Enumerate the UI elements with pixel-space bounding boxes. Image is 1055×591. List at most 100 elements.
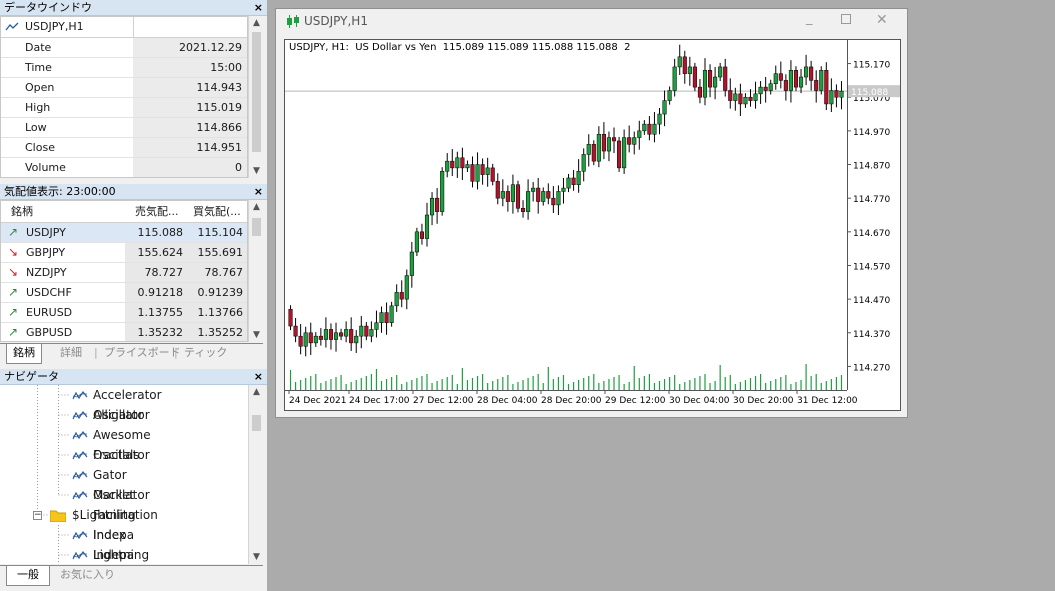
candle-body [344,329,349,337]
arrow-up-icon: ↗ [8,225,19,239]
candle-body [328,329,334,340]
candle-body [733,93,738,101]
quote-bid: 78.727 [144,266,184,279]
navigator-item-label: Fractals [93,448,140,462]
candle-body [606,137,612,152]
tab-symbols[interactable]: 銘柄 [6,344,42,364]
data-window-close-icon[interactable]: × [254,0,263,15]
quote-ask: 1.35252 [197,326,244,339]
row-label: Close [25,141,55,154]
header-ask[interactable]: 買気配(... [193,201,241,222]
indicator-icon [72,390,88,400]
quote-bid: 1.13755 [137,306,184,319]
quote-row[interactable]: ↘ NZDJPY 78.727 78.767 [1,263,247,283]
x-tick-label: 30 Dec 04:00 [669,396,730,406]
chart-area[interactable]: 115.170 115.070 114.970 114.870 114.770 114.6… [284,39,901,411]
x-tick-label: 28 Dec 04:00 [477,396,538,406]
market-watch-header: 銘柄 売気配... 買気配(... [1,201,247,223]
x-tick-label: 24 Dec 17:00 [349,396,410,406]
quote-symbol: GBPUSD [26,326,73,339]
candle-body [809,66,814,81]
row-label: High [25,101,51,114]
quote-row[interactable]: ↗ EURUSD 1.13755 1.13766 [1,303,247,323]
candle-body [783,80,788,91]
chart-info-text: USDJPY, H1: US Dollar vs Yen 115.089 115… [289,42,631,53]
candle-body [728,90,733,101]
scroll-up-icon[interactable]: ▲ [249,16,264,30]
quote-row[interactable]: ↗ USDJPY 115.088 115.104 [1,223,247,243]
y-tick-label: 114.270 [853,363,890,373]
scroll-up-icon[interactable]: ▲ [249,200,264,214]
data-window-row: Time 15:00 [1,58,247,78]
row-label: Open [25,81,55,94]
quote-bid: 115.088 [137,226,184,239]
quote-ask: 1.13766 [197,306,244,319]
row-value: 2021.12.29 [179,41,242,54]
scroll-down-icon[interactable]: ▼ [249,164,264,178]
candle-body [520,208,526,212]
candle-body [440,171,445,212]
chart-window-title: USDJPY,H1 [304,14,368,28]
folder-icon [50,510,66,522]
collapse-icon[interactable]: − [33,511,42,520]
scroll-up-icon[interactable]: ▲ [249,385,264,399]
candle-body [819,70,824,91]
candle-body [672,66,677,91]
quote-symbol: USDJPY [26,226,66,239]
scroll-thumb[interactable] [252,218,261,236]
chart-window-titlebar[interactable]: USDJPY,H1 _ ✕ [276,9,907,35]
y-tick-label: 114.570 [853,262,890,272]
candle-body [642,123,647,132]
candle-body [718,66,723,78]
minimize-icon[interactable]: _ [806,11,813,26]
quote-row[interactable]: ↗ USDCHF 0.91218 0.91239 [1,283,247,303]
candle-body [354,335,359,344]
quote-ask: 155.691 [197,246,244,259]
tab-general[interactable]: 一般 [6,566,50,586]
tab-favorites[interactable]: お気に入り [60,566,115,586]
quote-row[interactable]: ↘ GBPJPY 155.624 155.691 [1,243,247,263]
row-value: 15:00 [210,61,242,74]
candle-body [738,93,743,105]
candle-body [713,76,718,88]
market-watch-scrollbar[interactable]: ▲ ▼ [248,200,263,342]
candle-body [657,113,662,125]
candle-body [793,70,799,88]
candle-body [601,133,606,152]
data-window-scrollbar[interactable]: ▲ ▼ [248,16,263,178]
row-value: 115.019 [196,101,243,114]
x-tick-label: 28 Dec 20:00 [541,396,602,406]
tab-ticks[interactable]: ティック [184,344,227,364]
candle-body [485,167,490,175]
candle-body [531,187,536,192]
navigator-scrollbar[interactable]: ▲ ▼ [248,385,263,564]
header-bid[interactable]: 売気配... [135,201,179,222]
candle-body [804,66,809,78]
candle-body [834,90,839,98]
candle-body [318,335,323,340]
tab-details[interactable]: 詳細 [60,344,82,364]
market-watch-grid: 銘柄 売気配... 買気配(... ↗ USDJPY 115.088 115.104 ↘… [0,200,248,342]
candle-body [546,191,551,199]
row-value: 114.951 [196,141,243,154]
data-window-row: Volume 0 [1,158,247,177]
quote-row[interactable]: ↗ GBPUSD 1.35232 1.35252 [1,323,247,341]
scroll-down-icon[interactable]: ▼ [249,550,264,564]
scroll-thumb[interactable] [252,415,261,431]
market-watch-title: 気配値表示: 23:00:00 × [0,184,267,200]
close-icon[interactable]: ✕ [876,12,888,28]
x-tick-label: 27 Dec 12:00 [413,396,474,406]
candle-body [773,73,778,85]
candle-body [475,164,480,182]
candlestick-chart[interactable]: 115.170115.070114.970114.870114.770114.6… [285,40,900,410]
scroll-down-icon[interactable]: ▼ [249,328,264,342]
maximize-icon[interactable] [841,14,851,24]
data-window-row: Date 2021.12.29 [1,38,247,58]
navigator-close-icon[interactable]: × [254,369,263,384]
tab-price-board[interactable]: プライスボード [104,344,181,364]
header-symbol[interactable]: 銘柄 [11,201,33,222]
market-watch-close-icon[interactable]: × [254,184,263,199]
scroll-thumb[interactable] [252,32,261,152]
candle-body [662,100,667,115]
candle-body [349,329,354,344]
